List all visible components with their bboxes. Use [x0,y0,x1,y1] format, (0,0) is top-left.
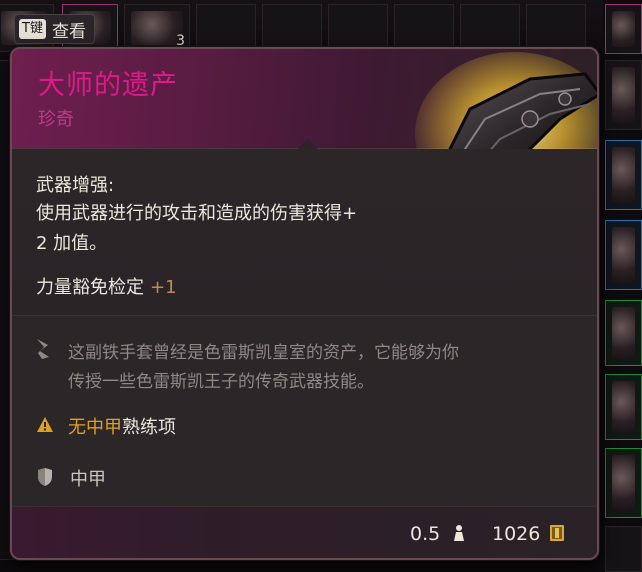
item-thumbnail [612,455,635,511]
inventory-slot[interactable] [460,4,520,52]
item-weight: 0.5 [410,523,441,545]
inventory-slot[interactable] [605,4,642,54]
keybind-badge: T键 [19,19,46,39]
item-tooltip: 大师的遗产 珍奇 武器增强: 使用武器进行的攻击和造成的伤害获得+ 2 加值。 … [10,47,599,560]
inventory-slot[interactable] [605,526,642,572]
item-thumbnail [612,381,635,433]
item-rarity: 珍奇 [38,109,74,130]
lore-description: 这副铁手套曾经是色雷斯凯皇室的资产，它能够为你 传授一些色雷斯凯王子的传奇武器技… [68,339,588,397]
inventory-slot[interactable] [605,448,642,518]
inventory-slot[interactable] [605,300,642,366]
inventory-slot[interactable] [328,4,388,52]
item-thumbnail [612,147,635,203]
item-thumbnail [612,11,635,47]
saving-throw-value: +1 [150,277,177,298]
proficiency-warning: 无中甲熟练项 [68,413,176,439]
warning-icon [37,417,53,432]
enchantment-description-line: 使用武器进行的攻击和造成的伤害获得+ [36,203,358,224]
proficiency-warning-highlight: 无中甲 [68,417,122,438]
quill-icon [37,339,49,359]
saving-throw-bonus: 力量豁免检定 +1 [36,273,177,299]
enchantment-title: 武器增强: [36,175,115,196]
inventory-slot[interactable] [526,4,586,52]
inventory-slot[interactable] [605,374,642,440]
view-details-button[interactable]: T键 查看 [14,14,95,44]
inventory-slot[interactable] [394,4,454,52]
inventory-slot[interactable] [196,4,256,52]
gold-coin-icon [550,525,564,541]
armor-type: 中甲 [70,469,106,490]
view-label: 查看 [51,21,86,42]
item-value: 1026 [492,523,541,545]
inventory-slot[interactable] [605,140,642,210]
item-thumbnail [612,307,635,359]
item-thumbnail [612,67,635,123]
inventory-slot[interactable]: 3 [124,4,190,52]
saving-throw-label: 力量豁免检定 [36,277,144,298]
inventory-slot[interactable] [605,60,642,130]
inventory-slot[interactable] [262,4,322,52]
proficiency-warning-text: 熟练项 [122,417,176,438]
lore-line: 传授一些色雷斯凯王子的传奇武器技能。 [68,372,374,392]
armor-shield-icon [38,468,52,486]
lore-line: 这副铁手套曾经是色雷斯凯皇室的资产，它能够为你 [68,343,459,363]
enchantment-description-line: 2 加值。 [36,233,108,254]
weight-icon [454,525,464,541]
item-name: 大师的遗产 [38,70,178,101]
inventory-slot[interactable] [605,220,642,290]
enchantment-description: 使用武器进行的攻击和造成的伤害获得+ 2 加值。 [36,199,456,259]
item-thumbnail [612,227,635,283]
